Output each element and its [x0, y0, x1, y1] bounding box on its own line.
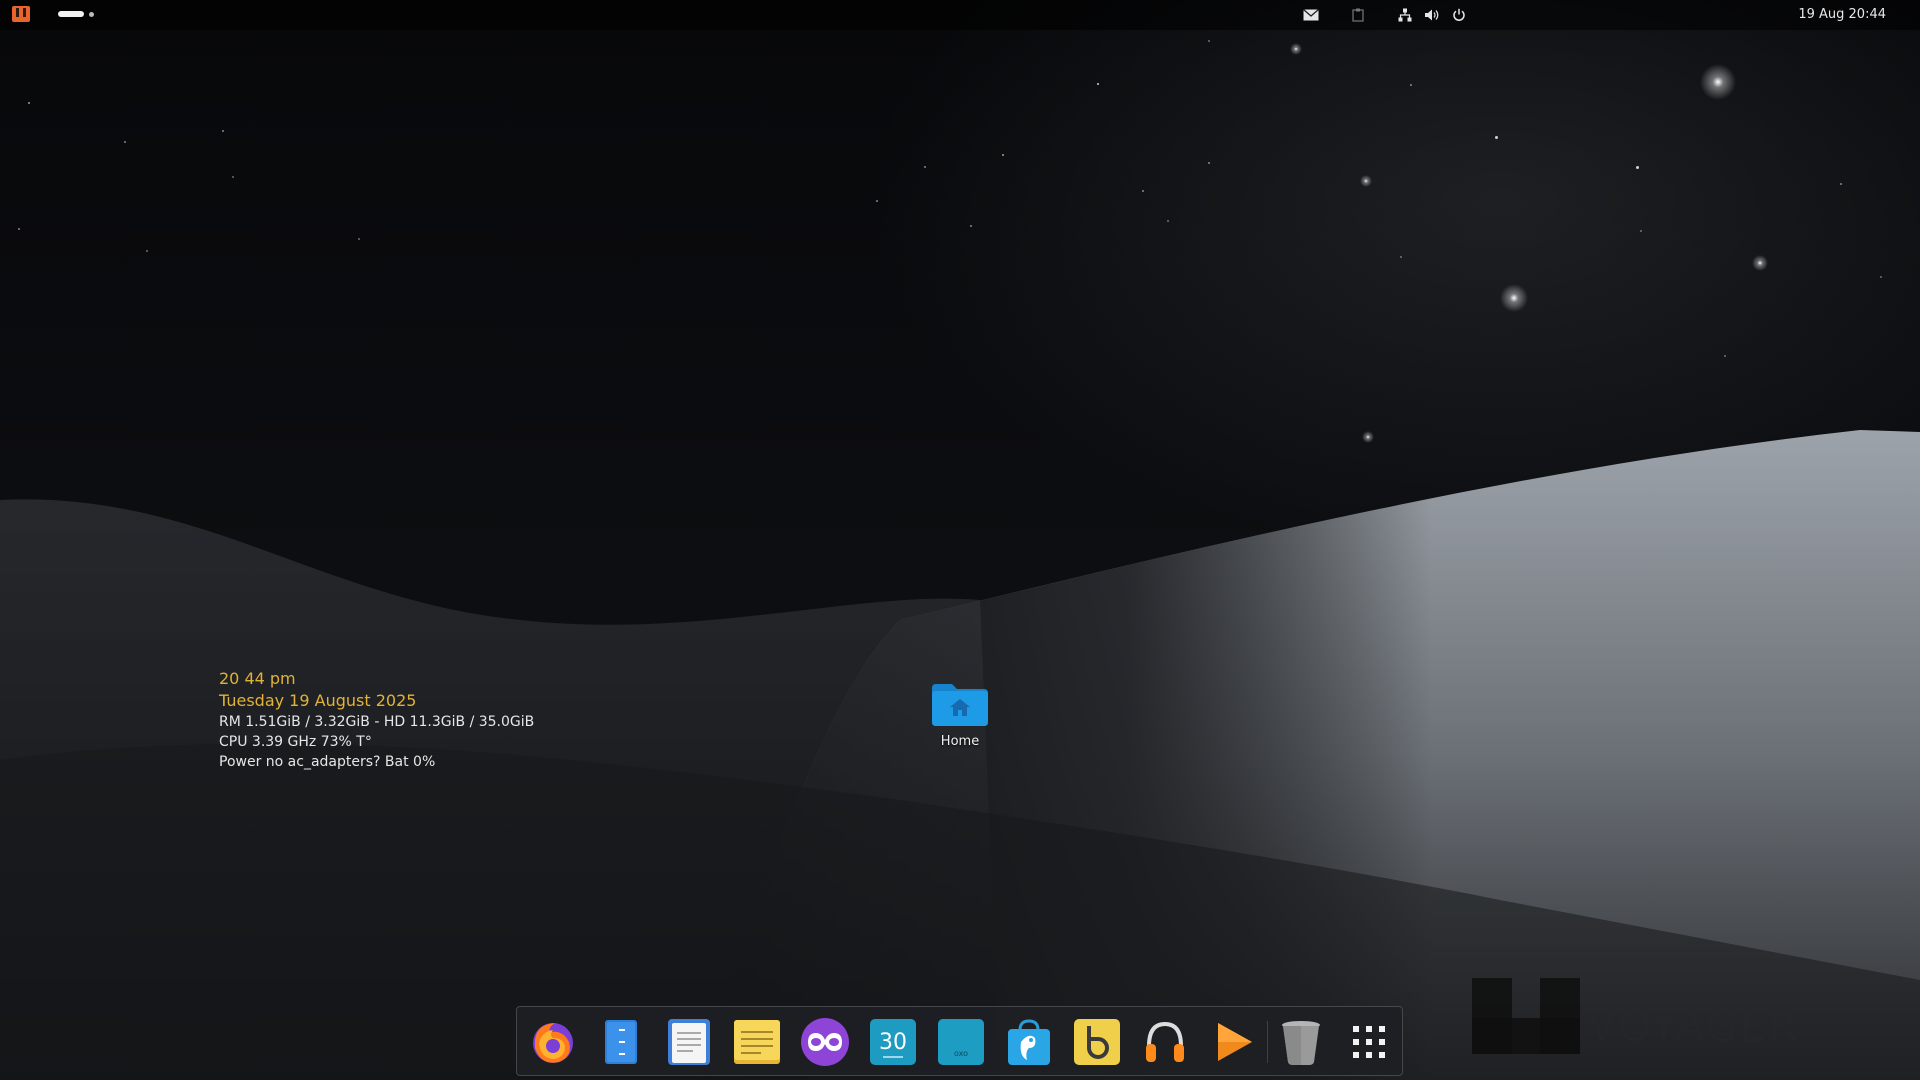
conky-date: Tuesday 19 August 2025	[219, 691, 417, 710]
app-menu-logo-icon[interactable]	[12, 6, 30, 22]
volume-icon[interactable]	[1423, 6, 1441, 24]
svg-text:oxo: oxo	[954, 1049, 968, 1058]
dock-separator	[1267, 1021, 1268, 1063]
mail-icon[interactable]	[1302, 6, 1320, 24]
dock: 30 oxo	[516, 1006, 1403, 1076]
watermark-text: VOYAGER	[1588, 1002, 1800, 1051]
notes-icon[interactable]	[731, 1017, 783, 1067]
file-manager-icon[interactable]	[595, 1017, 647, 1067]
conky-memory: RM 1.51GiB / 3.32GiB - HD 11.3GiB / 35.0…	[219, 714, 535, 730]
network-icon[interactable]	[1396, 6, 1414, 24]
music-player-icon[interactable]	[1139, 1017, 1191, 1067]
workspace-switcher[interactable]	[58, 11, 94, 17]
home-folder-icon	[930, 682, 990, 728]
workspace-indicator-active[interactable]	[58, 11, 84, 17]
calendar-icon[interactable]: 30	[867, 1017, 919, 1067]
firefox-icon[interactable]	[527, 1017, 579, 1067]
workspace-indicator[interactable]	[89, 11, 94, 17]
desktop-home-icon[interactable]: Home	[920, 682, 1000, 749]
trash-icon[interactable]	[1275, 1017, 1327, 1067]
svg-text:30: 30	[879, 1030, 907, 1055]
conky-cpu: CPU 3.39 GHz 73% T°	[219, 734, 372, 750]
distro-watermark: VOYAGER	[1472, 978, 1797, 1054]
system-monitor-widget: 20 44 pm Tuesday 19 August 2025 RM 1.51G…	[219, 668, 534, 772]
power-icon[interactable]	[1450, 6, 1468, 24]
book-reader-icon[interactable]	[1071, 1017, 1123, 1067]
app-grid-icon[interactable]	[1343, 1017, 1395, 1067]
incognito-browser-icon[interactable]	[799, 1017, 851, 1067]
conky-power: Power no ac_adapters? Bat 0%	[219, 754, 436, 770]
clock[interactable]: 19 Aug 20:44	[1798, 7, 1886, 22]
top-panel: 19 Aug 20:44	[0, 0, 1920, 30]
home-icon-label: Home	[940, 734, 980, 749]
clipboard-icon[interactable]	[1349, 6, 1367, 24]
software-store-icon[interactable]	[1003, 1017, 1055, 1067]
conky-time: 20 44 pm	[219, 669, 296, 688]
oxo-icon[interactable]: oxo	[935, 1017, 987, 1067]
desktop-wallpaper	[0, 0, 1920, 1080]
text-editor-icon[interactable]	[663, 1017, 715, 1067]
video-player-icon[interactable]	[1207, 1017, 1259, 1067]
